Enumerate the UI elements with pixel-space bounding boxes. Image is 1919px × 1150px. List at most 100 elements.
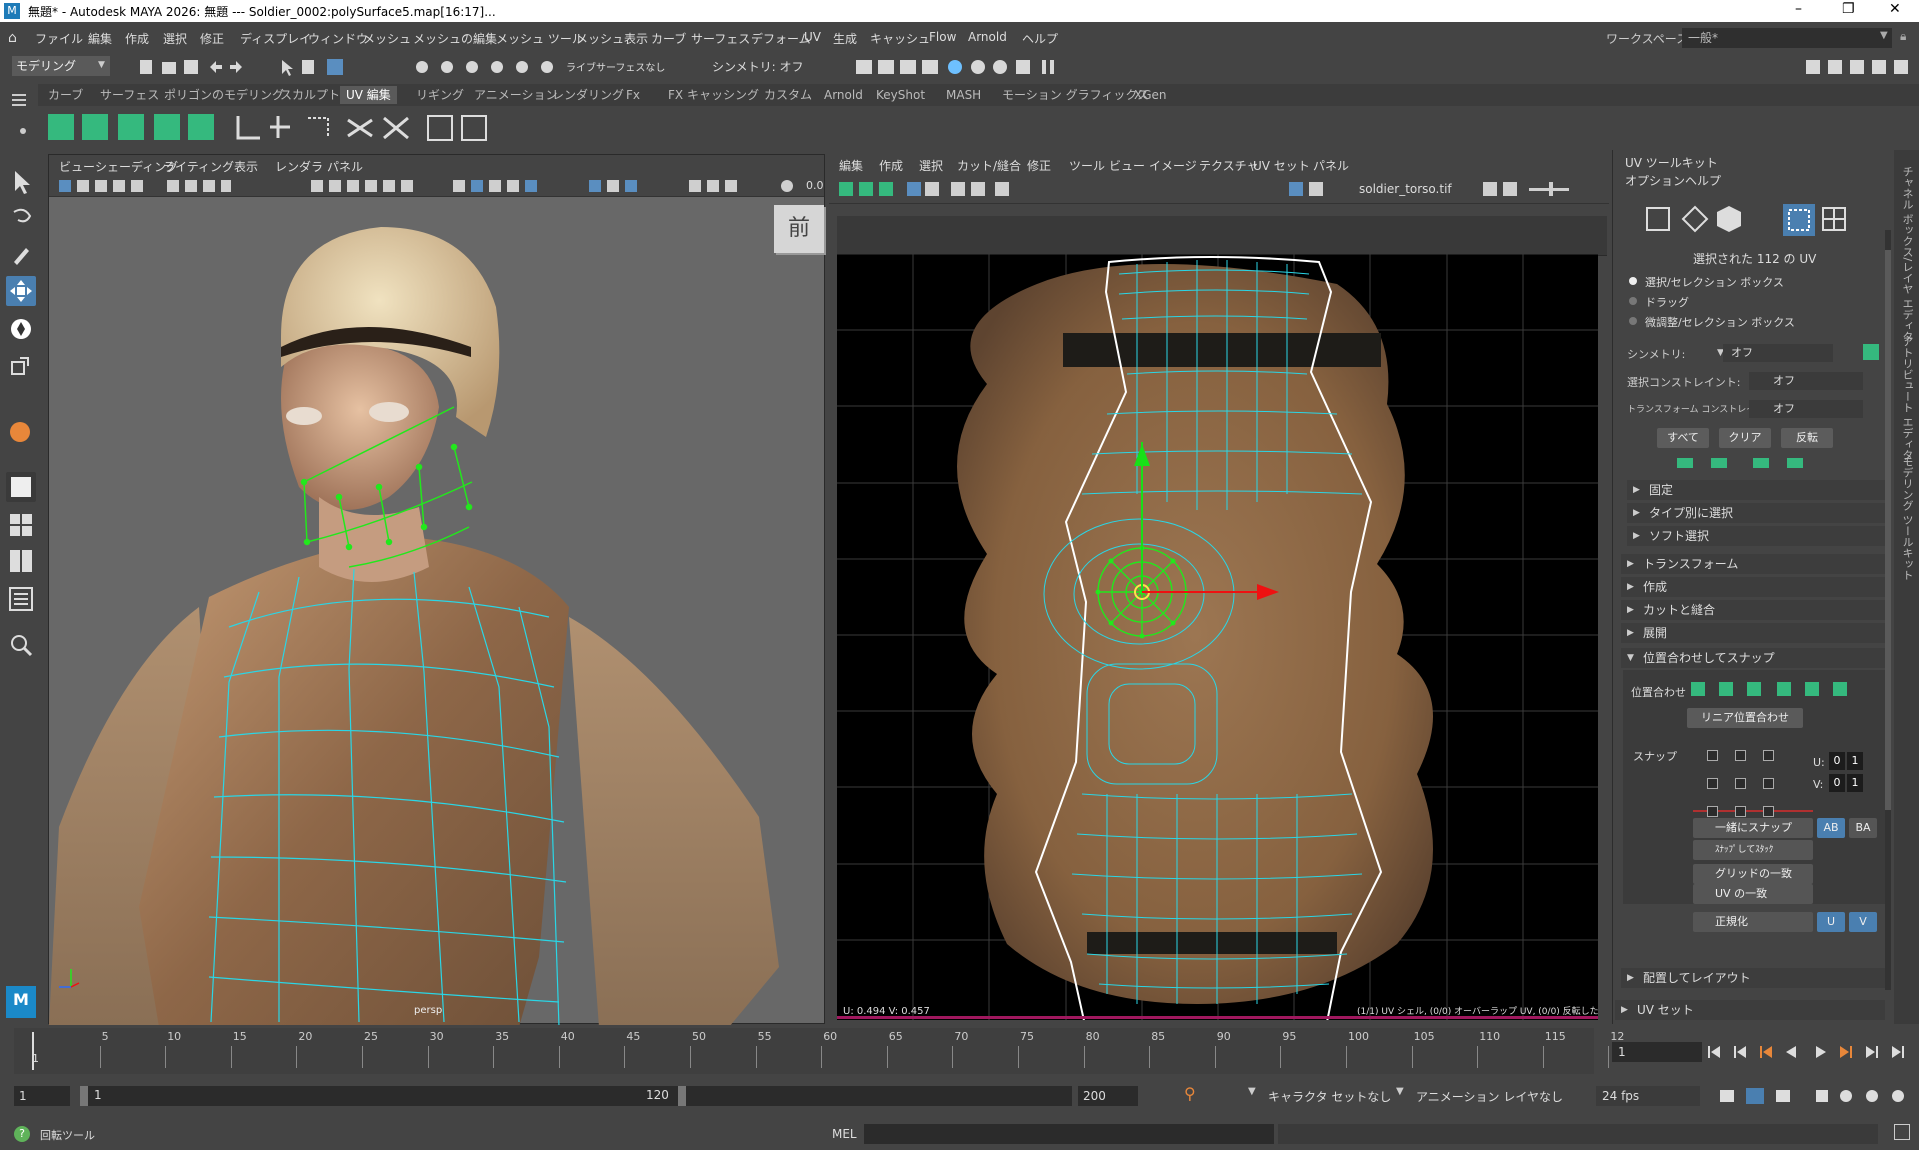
live-surface-field[interactable]: サーフェスなし (596, 59, 665, 74)
section-3[interactable]: ▶ 展開 (1621, 623, 1885, 643)
layout-section-header[interactable]: ▶ 配置してレイアウト (1621, 968, 1885, 988)
subsection-1[interactable]: ▶ タイプ別に選択 (1627, 503, 1885, 523)
toolkit-scrollbar[interactable] (1885, 230, 1891, 990)
uv-menu-item-3[interactable]: カット/縫合 (957, 157, 1021, 174)
symmetry-select[interactable]: オフ (1723, 344, 1833, 362)
menu-6[interactable]: ウィンドウ (308, 30, 368, 47)
menu-9[interactable]: メッシュ ツール (496, 30, 584, 47)
uv-menu-item-10[interactable]: パネル (1313, 157, 1349, 174)
search-icon[interactable] (6, 630, 36, 660)
invert-selection-button[interactable]: 反転 (1781, 428, 1833, 448)
shelf-tab-0[interactable]: カーブ (42, 86, 89, 104)
menu-16[interactable]: キャッシュ (870, 30, 930, 47)
home-icon[interactable]: ⌂ (8, 30, 17, 46)
subsection-0[interactable]: ▶ 固定 (1627, 480, 1885, 500)
shelf-tab-5[interactable]: リギング (410, 86, 470, 104)
lock-icon[interactable]: 🔒︎ (1900, 29, 1906, 44)
time-slider[interactable]: 1 5 10 15 20 25 30 35 40 45 50 55 60 65 70 75 80 85 90 95 10… (0, 1028, 1919, 1074)
script-editor-icon[interactable] (1894, 1124, 1910, 1140)
match-uv-button[interactable]: UV の一致 (1693, 884, 1813, 904)
uv-menu-item-8[interactable]: テクスチャ (1199, 157, 1259, 174)
viewport-menu-item-0[interactable]: ビュー (59, 158, 95, 175)
symmetry-grid-icon[interactable] (1863, 344, 1879, 360)
range-start-handle[interactable] (80, 1086, 88, 1106)
attribute-editor-tab[interactable]: アトリビュート エディタ (1899, 336, 1915, 461)
menu-2[interactable]: 作成 (125, 30, 149, 47)
section-1[interactable]: ▶ 作成 (1621, 577, 1885, 597)
viewport-menu-item-3[interactable]: 表示 (234, 158, 258, 175)
command-input[interactable] (864, 1124, 1274, 1144)
snap-checkbox-1-0[interactable] (1707, 778, 1718, 789)
menu-19[interactable]: ヘルプ (1022, 30, 1058, 47)
uv-menu-item-5[interactable]: ツール (1069, 157, 1105, 174)
snap-checkbox-1-1[interactable] (1735, 778, 1746, 789)
snap-checkbox-2-0[interactable] (1707, 806, 1718, 817)
viewport-menu-item-5[interactable]: パネル (327, 158, 363, 175)
viewport-menu-item-2[interactable]: ライティング (163, 158, 234, 175)
align-buttons[interactable] (1685, 678, 1885, 700)
uv-menu-item-9[interactable]: UV セット (1253, 157, 1310, 174)
clear-selection-button[interactable]: クリア (1719, 428, 1771, 448)
snap-ab-button[interactable]: AB (1817, 818, 1845, 838)
single-perspective-layout-icon[interactable] (6, 472, 36, 502)
viewcube[interactable]: 前 (774, 205, 824, 253)
anim-layer-select[interactable]: アニメーション レイヤなし (1416, 1088, 1563, 1105)
close-button[interactable]: ✕ (1889, 1, 1901, 17)
menu-17[interactable]: Flow (929, 30, 956, 44)
snap-ba-button[interactable]: BA (1849, 818, 1877, 838)
snap-checkbox-1-2[interactable] (1763, 778, 1774, 789)
shelf-tab-12[interactable]: KeyShot (870, 86, 931, 104)
u-min-field[interactable]: 0 (1829, 752, 1845, 770)
lasso-tool-icon[interactable] (6, 204, 36, 234)
menu-18[interactable]: Arnold (968, 30, 1007, 44)
auto-key-icon[interactable]: ⚲ (1184, 1084, 1200, 1104)
rotate-tool-icon[interactable] (6, 314, 36, 344)
menu-3[interactable]: 選択 (163, 30, 187, 47)
toolkit-menu-help[interactable]: ヘルプ (1685, 172, 1721, 189)
snap-together-button[interactable]: 一緒にスナップ (1693, 818, 1813, 838)
linear-align-button[interactable]: リニア位置合わせ (1687, 708, 1803, 728)
fps-select[interactable]: 24 fps (1596, 1086, 1700, 1106)
shelf-tab-11[interactable]: Arnold (818, 86, 869, 104)
snap-checkbox-2-2[interactable] (1763, 806, 1774, 817)
uv-menu-item-7[interactable]: イメージ (1149, 157, 1197, 174)
uv-menu-item-1[interactable]: 作成 (879, 157, 903, 174)
menu-8[interactable]: メッシュの編集 (413, 30, 497, 47)
subsection-2[interactable]: ▶ ソフト選択 (1627, 526, 1885, 546)
channel-box-tab[interactable]: チャネル ボックス/レイヤ エディタ (1899, 166, 1915, 342)
two-view-layout-icon[interactable] (6, 546, 36, 576)
menu-13[interactable]: デフォーム (751, 30, 811, 47)
range-end-handle[interactable] (678, 1086, 686, 1106)
outliner-layout-icon[interactable] (6, 584, 36, 614)
menu-7[interactable]: メッシュ (363, 30, 411, 47)
move-tool-icon[interactable] (6, 276, 36, 306)
toolkit-menu-options[interactable]: オプション (1625, 172, 1685, 189)
workspace-select[interactable]: 一般* (1682, 28, 1892, 48)
shelf-tab-2[interactable]: ポリゴンのモデリング (158, 86, 290, 104)
select-tool-icon[interactable] (6, 166, 36, 196)
u-max-field[interactable]: 1 (1847, 752, 1863, 770)
align-snap-section-header[interactable]: ▼ 位置合わせしてスナップ (1621, 648, 1885, 668)
texture-selector[interactable]: soldier_torso.tif (1359, 182, 1452, 196)
four-view-layout-icon[interactable] (6, 510, 36, 540)
uvset-section-header[interactable]: ▶ UV セット (1615, 1000, 1885, 1020)
end-time-field[interactable]: 200 (1078, 1086, 1138, 1106)
selection-mode-icons[interactable] (1643, 202, 1883, 238)
menu-0[interactable]: ファイル (35, 30, 83, 47)
radio-2[interactable] (1629, 317, 1637, 325)
character-set-select[interactable]: キャラクタ セットなし (1268, 1088, 1391, 1105)
radio-1[interactable] (1629, 297, 1637, 305)
gear-icon[interactable] (20, 128, 26, 134)
viewport-toolbar[interactable]: 0.0 (49, 175, 824, 197)
snap-checkbox-0-0[interactable] (1707, 750, 1718, 761)
menu-14[interactable]: UV (804, 30, 821, 44)
maya-home-icon[interactable]: M (6, 986, 36, 1018)
menu-15[interactable]: 生成 (833, 30, 857, 47)
transform-constraint-select[interactable]: オフ (1749, 400, 1863, 418)
maximize-button[interactable]: ❐ (1842, 1, 1855, 17)
selection-shortcut-icons[interactable] (1673, 454, 1813, 472)
menu-5[interactable]: ディスプレイ (240, 30, 311, 47)
start-time-field[interactable]: 1 (14, 1086, 70, 1106)
shelf-tab-10[interactable]: カスタム (758, 86, 818, 104)
normalize-button[interactable]: 正規化 (1693, 912, 1813, 932)
